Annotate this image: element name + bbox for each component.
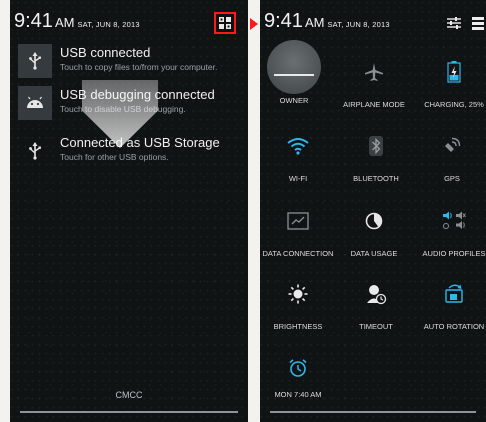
notification-drawer-screen: 9:41 AM SAT, JUN 8, 2013 USB connected T… bbox=[10, 0, 248, 422]
brightness-icon bbox=[286, 282, 310, 306]
clock-ampm: AM bbox=[54, 15, 75, 30]
tile-wifi[interactable]: WI-FI bbox=[262, 128, 334, 202]
status-bar: 9:41 AM SAT, JUN 8, 2013 bbox=[260, 0, 486, 44]
audio-profiles-icon bbox=[442, 209, 466, 233]
tile-label: CHARGING, 25% bbox=[424, 100, 484, 109]
auto-rotation-icon bbox=[442, 282, 466, 306]
settings-sliders-icon[interactable] bbox=[446, 16, 462, 35]
notification-title: Connected as USB Storage bbox=[60, 135, 220, 150]
status-clock: 9:41 AM SAT, JUN 8, 2013 bbox=[264, 10, 390, 33]
timeout-icon bbox=[364, 282, 388, 306]
drawer-handle[interactable] bbox=[20, 411, 238, 413]
notifications-list-icon[interactable] bbox=[472, 16, 484, 35]
clock-date: SAT, JUN 8, 2013 bbox=[327, 20, 390, 29]
carrier-label: CMCC bbox=[115, 390, 143, 400]
tile-timeout[interactable]: TIMEOUT bbox=[340, 276, 412, 350]
status-clock: 9:41 AM SAT, JUN 8, 2013 bbox=[14, 10, 140, 33]
tile-auto-rotation[interactable]: AUTO ROTATION bbox=[418, 276, 486, 350]
tile-label: MON 7:40 AM bbox=[274, 390, 322, 399]
clock-time: 9:41 bbox=[14, 10, 53, 32]
tile-bluetooth[interactable]: BLUETOOTH bbox=[340, 128, 412, 202]
tile-label: AUTO ROTATION bbox=[423, 322, 485, 331]
quick-settings-screen: 9:41 AM SAT, JUN 8, 2013 OWNER AIRPLANE … bbox=[260, 0, 486, 422]
notification-title: USB connected bbox=[60, 45, 151, 60]
tile-data-connection[interactable]: DATA CONNECTION bbox=[262, 203, 334, 277]
alarm-clock-icon bbox=[286, 356, 310, 380]
quick-settings-icon bbox=[219, 17, 231, 29]
tile-label: WI-FI bbox=[288, 174, 308, 183]
clock-date: SAT, JUN 8, 2013 bbox=[77, 20, 140, 29]
usb-icon bbox=[18, 134, 52, 168]
notification-usb-storage[interactable]: Connected as USB Storage Touch for other… bbox=[18, 134, 248, 168]
airplane-icon bbox=[362, 60, 386, 84]
bluetooth-icon bbox=[364, 134, 388, 158]
usb-icon bbox=[18, 44, 52, 78]
callout-arrow bbox=[250, 18, 258, 30]
tile-gps[interactable]: GPS bbox=[416, 128, 486, 202]
android-debug-icon bbox=[18, 86, 52, 120]
wifi-icon bbox=[286, 134, 310, 158]
tile-label: TIMEOUT bbox=[359, 322, 393, 331]
tile-charging[interactable]: CHARGING, 25% bbox=[418, 54, 486, 128]
owner-avatar bbox=[267, 40, 321, 94]
gps-icon bbox=[440, 134, 464, 158]
tile-label: OWNER bbox=[279, 96, 309, 105]
status-bar: 9:41 AM SAT, JUN 8, 2013 bbox=[10, 0, 248, 44]
clock-ampm: AM bbox=[304, 15, 325, 30]
tile-airplane-mode[interactable]: AIRPLANE MODE bbox=[338, 54, 410, 128]
notification-usb-connected[interactable]: USB connected Touch to copy files to/fro… bbox=[18, 44, 248, 78]
tile-label: DATA USAGE bbox=[350, 249, 398, 258]
tile-label: GPS bbox=[444, 174, 460, 183]
tile-label: AUDIO PROFILES bbox=[422, 249, 486, 258]
notification-subtitle: Touch to copy files to/from your compute… bbox=[60, 62, 218, 72]
tile-label: DATA CONNECTION bbox=[262, 249, 334, 258]
header-actions bbox=[446, 16, 484, 35]
drawer-handle[interactable] bbox=[270, 411, 476, 413]
quick-settings-toggle-button[interactable] bbox=[214, 12, 236, 34]
tile-brightness[interactable]: BRIGHTNESS bbox=[262, 276, 334, 350]
tile-data-usage[interactable]: DATA USAGE bbox=[338, 203, 410, 277]
tile-label: AIRPLANE MODE bbox=[343, 100, 405, 109]
battery-charging-icon bbox=[442, 60, 466, 84]
tile-label: BRIGHTNESS bbox=[273, 322, 323, 331]
data-connection-icon bbox=[286, 209, 310, 233]
clock-time: 9:41 bbox=[264, 10, 303, 32]
tile-label: BLUETOOTH bbox=[353, 174, 399, 183]
notification-subtitle: Touch for other USB options. bbox=[60, 152, 169, 162]
data-usage-icon bbox=[362, 209, 386, 233]
tile-audio-profiles[interactable]: AUDIO PROFILES bbox=[418, 203, 486, 277]
tile-owner[interactable]: OWNER bbox=[260, 40, 330, 124]
